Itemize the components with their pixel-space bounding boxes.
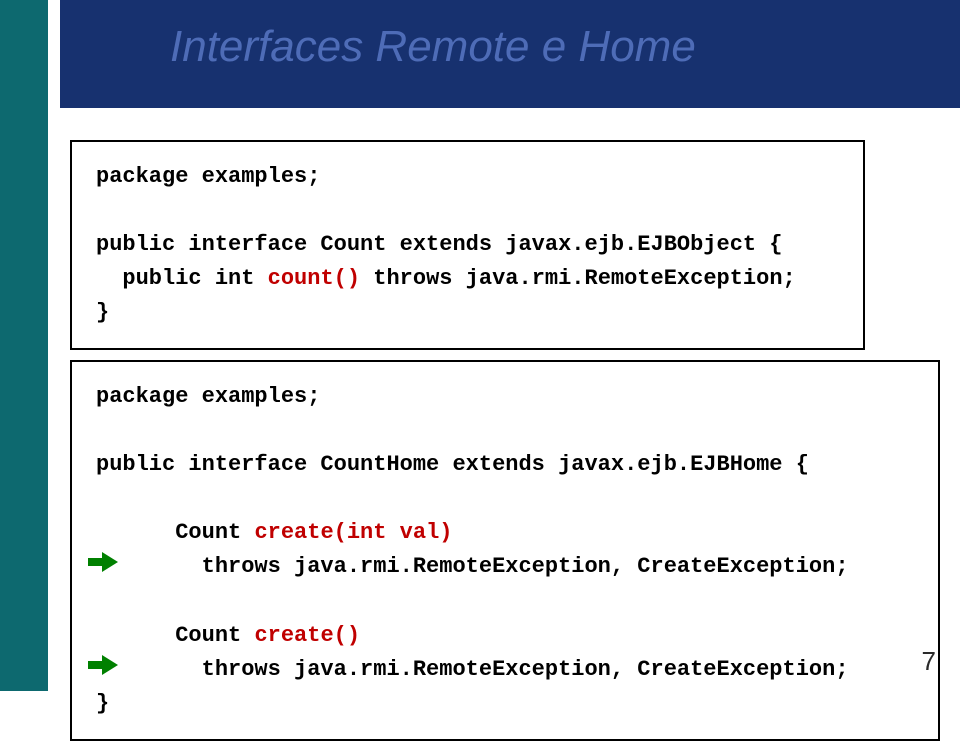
code-line: package examples; <box>96 380 918 414</box>
code-line: public interface CountHome extends javax… <box>96 448 918 482</box>
code-highlight: create() <box>254 623 360 648</box>
code-text: throws java.rmi.RemoteException; <box>360 266 796 291</box>
code-line: } <box>96 687 918 721</box>
page-number: 7 <box>922 646 936 677</box>
code-box-home: package examples; public interface Count… <box>70 360 940 741</box>
left-accent-stripe <box>0 0 48 691</box>
code-line: Count create(int val) <box>96 482 918 550</box>
arrow-right-icon <box>88 587 112 607</box>
code-line: public int count() throws java.rmi.Remot… <box>96 262 843 296</box>
code-text: public int <box>96 266 268 291</box>
code-line: public interface Count extends javax.ejb… <box>96 228 843 262</box>
code-blank <box>96 194 843 228</box>
code-line: Count create() <box>96 585 918 653</box>
slide-title: Interfaces Remote e Home <box>170 22 696 72</box>
code-line: } <box>96 296 843 330</box>
arrow-right-icon <box>88 484 112 504</box>
code-line: throws java.rmi.RemoteException, CreateE… <box>96 550 918 584</box>
code-blank <box>96 414 918 448</box>
code-line: throws java.rmi.RemoteException, CreateE… <box>96 653 918 687</box>
code-line: package examples; <box>96 160 843 194</box>
code-highlight: count() <box>268 266 360 291</box>
code-box-remote: package examples; public interface Count… <box>70 140 865 350</box>
code-highlight: create(int val) <box>254 520 452 545</box>
